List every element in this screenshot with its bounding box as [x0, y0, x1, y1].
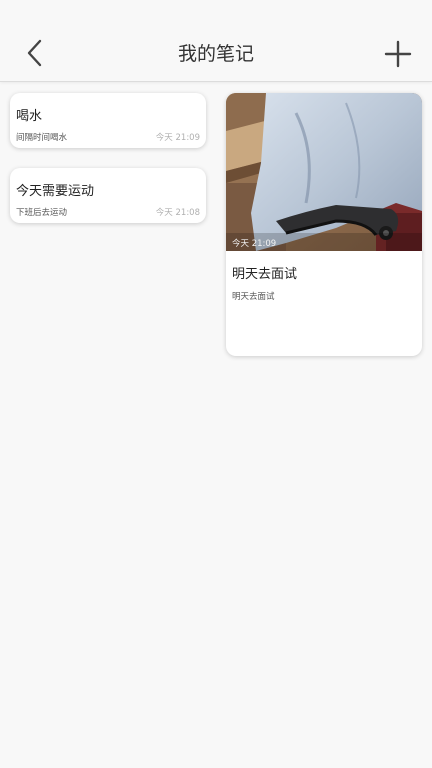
app-header: 我的笔记 — [0, 0, 432, 82]
note-title: 明天去面试 — [232, 267, 298, 282]
note-content: 间隔时间喝水 — [16, 133, 68, 143]
note-title: 今天需要运动 — [16, 184, 95, 199]
plus-icon — [384, 40, 412, 68]
note-card[interactable]: 今天 21:09 明天去面试 明天去面试 — [226, 93, 422, 356]
note-time: 今天 21:09 — [155, 133, 200, 143]
note-time: 今天 21:08 — [155, 208, 200, 218]
note-content: 下班后去运动 — [16, 208, 68, 218]
note-image: 今天 21:09 — [226, 93, 422, 251]
page-title: 我的笔记 — [177, 43, 254, 65]
note-card[interactable]: 喝水 间隔时间喝水 今天 21:09 — [10, 93, 206, 148]
note-content: 明天去面试 — [232, 292, 275, 302]
note-image-time: 今天 21:09 — [232, 239, 277, 249]
note-title: 喝水 — [16, 109, 43, 124]
note-card[interactable]: 今天需要运动 下班后去运动 今天 21:08 — [10, 168, 206, 223]
add-note-button[interactable] — [382, 38, 414, 70]
